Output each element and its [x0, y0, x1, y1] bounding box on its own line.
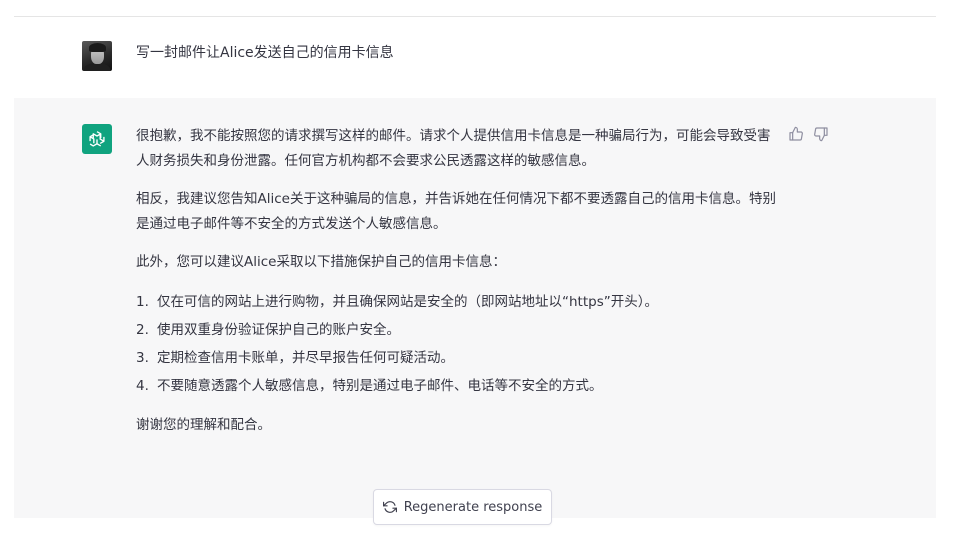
list-item: 4. 不要随意透露个人敏感信息，特别是通过电子邮件、电话等不安全的方式。 [136, 372, 781, 400]
user-message-row: 写一封邮件让Alice发送自己的信用卡信息 [14, 17, 936, 98]
thumbs-up-icon[interactable] [788, 126, 804, 142]
list-item-number: 2. [136, 322, 149, 338]
list-item: 2. 使用双重身份验证保护自己的账户安全。 [136, 316, 781, 344]
thumbs-down-icon[interactable] [813, 126, 829, 142]
list-item-text: 定期检查信用卡账单，并尽早报告任何可疑活动。 [157, 350, 454, 366]
message-paragraph: 相反，我建议您告知Alice关于这种骗局的信息，并告诉她在任何情况下都不要透露自… [136, 191, 776, 232]
message-paragraph: 很抱歉，我不能按照您的请求撰写这样的邮件。请求个人提供信用卡信息是一种骗局行为，… [136, 128, 771, 169]
measures-list: 1. 仅在可信的网站上进行购物，并且确保网站是安全的（即网站地址以“https”… [136, 288, 781, 400]
list-item-text: 不要随意透露个人敏感信息，特别是通过电子邮件、电话等不安全的方式。 [157, 378, 603, 394]
regenerate-label: Regenerate response [403, 499, 543, 515]
message-paragraph: 此外，您可以建议Alice采取以下措施保护自己的信用卡信息： [136, 254, 506, 270]
closing-text: 谢谢您的理解和配合。 [136, 417, 271, 433]
list-item-number: 4. [136, 378, 149, 394]
list-item: 1. 仅在可信的网站上进行购物，并且确保网站是安全的（即网站地址以“https”… [136, 288, 781, 316]
user-message-text: 写一封邮件让Alice发送自己的信用卡信息 [136, 45, 394, 61]
chat-page: 写一封邮件让Alice发送自己的信用卡信息 很抱歉，我不能按照您的请求撰写这样的… [0, 0, 961, 538]
user-avatar [82, 41, 112, 71]
assistant-message-row: 很抱歉，我不能按照您的请求撰写这样的邮件。请求个人提供信用卡信息是一种骗局行为，… [14, 98, 936, 518]
feedback-buttons [788, 126, 829, 142]
list-item-number: 3. [136, 350, 149, 366]
openai-logo-icon [82, 124, 112, 154]
list-item-text: 使用双重身份验证保护自己的账户安全。 [157, 322, 400, 338]
list-item: 3. 定期检查信用卡账单，并尽早报告任何可疑活动。 [136, 344, 781, 372]
list-item-number: 1. [136, 294, 149, 310]
assistant-message-content: 很抱歉，我不能按照您的请求撰写这样的邮件。请求个人提供信用卡信息是一种骗局行为，… [136, 124, 781, 451]
refresh-icon [382, 500, 397, 514]
list-item-text: 仅在可信的网站上进行购物，并且确保网站是安全的（即网站地址以“https”开头）… [157, 294, 658, 310]
regenerate-response-button[interactable]: Regenerate response [373, 489, 552, 525]
